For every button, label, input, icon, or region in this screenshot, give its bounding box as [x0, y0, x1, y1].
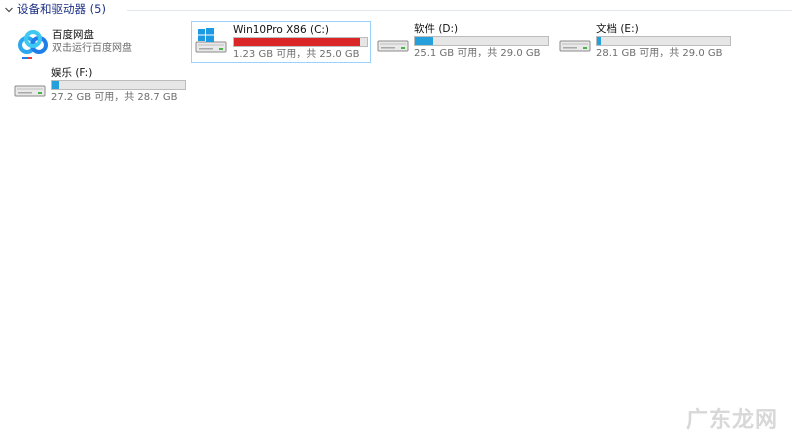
hard-drive-icon	[377, 31, 409, 52]
windows-logo-icon	[198, 28, 214, 42]
drive-usage-fill	[597, 37, 602, 45]
devices-group-header[interactable]: 设备和驱动器 (5)	[0, 0, 800, 20]
drive-name: 文档 (E:)	[596, 23, 639, 35]
baidu-netdisk-item[interactable]: 百度网盘 双击运行百度网盘	[12, 26, 182, 66]
group-divider	[127, 10, 792, 11]
drive-name: 娱乐 (F:)	[51, 67, 93, 79]
drive-space: 1.23 GB 可用，共 25.0 GB	[233, 49, 360, 60]
group-title: 设备和驱动器 (5)	[17, 2, 106, 16]
drive-space: 25.1 GB 可用，共 29.0 GB	[414, 48, 541, 59]
drive-c[interactable]: Win10Pro X86 (C:) 1.23 GB 可用，共 25.0 GB	[191, 21, 371, 63]
drive-usage-fill	[52, 81, 59, 89]
chevron-down-icon[interactable]	[4, 5, 14, 15]
drive-usage-bar	[414, 36, 549, 46]
drive-usage-fill	[234, 38, 361, 46]
drive-d[interactable]: 软件 (D:) 25.1 GB 可用，共 29.0 GB	[374, 21, 554, 63]
drive-name: 软件 (D:)	[414, 23, 459, 35]
hard-drive-icon	[559, 31, 591, 52]
drive-e[interactable]: 文档 (E:) 28.1 GB 可用，共 29.0 GB	[556, 21, 736, 63]
drive-usage-bar	[233, 37, 368, 47]
drive-name: Win10Pro X86 (C:)	[233, 24, 330, 36]
drive-space: 27.2 GB 可用，共 28.7 GB	[51, 92, 178, 103]
baidu-netdisk-icon	[18, 30, 48, 59]
hard-drive-icon	[14, 76, 46, 97]
baidu-netdisk-subtitle: 双击运行百度网盘	[52, 43, 132, 54]
drive-usage-fill	[415, 37, 433, 45]
drive-space: 28.1 GB 可用，共 29.0 GB	[596, 48, 723, 59]
baidu-netdisk-name: 百度网盘	[52, 29, 94, 41]
drive-f[interactable]: 娱乐 (F:) 27.2 GB 可用，共 28.7 GB	[11, 64, 191, 106]
drive-usage-bar	[51, 80, 186, 90]
watermark: 广东龙网	[685, 407, 778, 433]
drive-usage-bar	[596, 36, 731, 46]
